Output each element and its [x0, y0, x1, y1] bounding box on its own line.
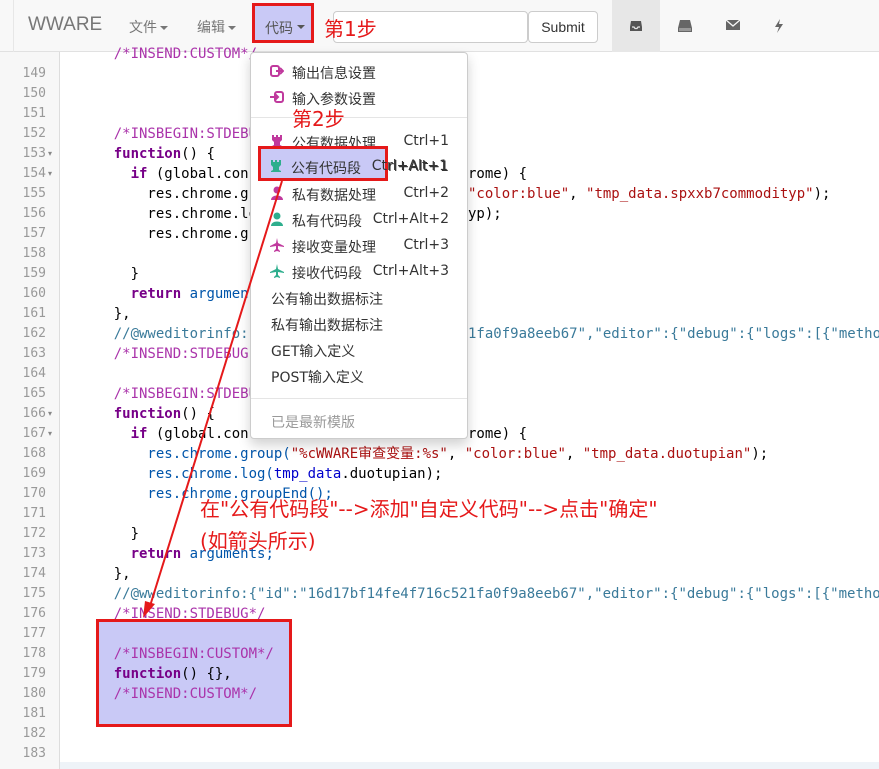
instruction-annotation-line2: (如箭头所示) [200, 529, 316, 553]
arrow-annotation [143, 180, 283, 618]
arrow-head-icon [143, 601, 155, 618]
instruction-annotation-line1: 在"公有代码段"-->添加"自定义代码"-->点击"确定" [200, 497, 658, 521]
